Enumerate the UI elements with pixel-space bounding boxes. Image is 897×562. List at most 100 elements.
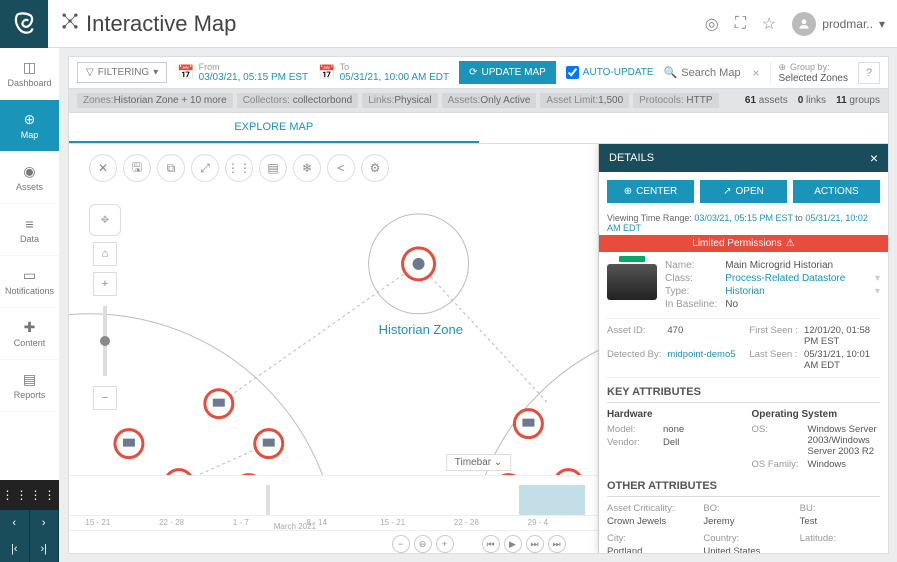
nav-prev[interactable]: ‹	[0, 510, 30, 536]
detectedby-link[interactable]: midpoint-demo5	[667, 349, 743, 371]
timebar-toggle[interactable]: Timebar ⌄	[446, 454, 511, 471]
nav-reports[interactable]: ▤ Reports	[0, 360, 59, 412]
grid-toggle[interactable]: ⋮⋮⋮⋮	[0, 480, 59, 510]
chevron-down-icon: ▾	[153, 67, 158, 78]
left-nav: ◫ Dashboard ⊕ Map ◉ Assets ≡ Data ▭ Noti…	[0, 48, 60, 562]
tl-zoom-in[interactable]: +	[436, 535, 454, 553]
chip-collectors[interactable]: Collectors: collectorbond	[237, 93, 359, 108]
rtab-settings[interactable]: SETTINGS	[888, 345, 889, 412]
calendar-icon: 📅	[177, 64, 194, 81]
viewing-range: Viewing Time Range: 03/03/21, 05:15 PM E…	[599, 211, 888, 235]
auto-update-checkbox[interactable]: AUTO-UPDATE	[566, 66, 654, 79]
chip-protocols[interactable]: Protocols: HTTP	[633, 93, 718, 108]
search-map[interactable]: 🔍 ×	[664, 66, 760, 80]
center-icon: ⊕	[624, 186, 632, 197]
reports-icon: ▤	[23, 371, 36, 388]
asset-node[interactable]	[255, 430, 283, 458]
timeline-marker[interactable]	[266, 485, 270, 515]
rtab-details[interactable]: DETAILS	[888, 144, 889, 203]
home-button[interactable]: ⌂	[93, 242, 117, 266]
page-title: Interactive Map	[60, 11, 236, 37]
rtab-analysis[interactable]: ANALYSIS	[888, 412, 889, 477]
target-icon[interactable]: ◎	[705, 14, 719, 34]
nav-map[interactable]: ⊕ Map	[0, 100, 59, 152]
layers-tool-button[interactable]: ▤	[259, 154, 287, 182]
tl-play[interactable]: ▶	[504, 535, 522, 553]
tl-next[interactable]: ⏭	[526, 535, 544, 553]
rtab-protocols[interactable]: PROTOCOLS	[888, 267, 889, 345]
grid-tool-button[interactable]: ⋮⋮	[225, 154, 253, 182]
counts: 61 assets 0 links 11 groups	[745, 95, 880, 106]
expand-tool-button[interactable]: ⤢	[191, 154, 219, 182]
date-from[interactable]: 📅 From 03/03/21, 05:15 PM EST	[177, 62, 308, 83]
actions-button[interactable]: ACTIONS	[793, 180, 880, 203]
details-actions: ⊕CENTER ↗OPEN ACTIONS	[599, 172, 888, 211]
map-side-controls: ✥ ⌂ + −	[89, 204, 121, 410]
settings-tool-button[interactable]: ⚙	[361, 154, 389, 182]
copy-tool-button[interactable]: ⧉	[157, 154, 185, 182]
chip-zones[interactable]: Zones:Historian Zone + 10 more	[77, 93, 233, 108]
close-tool-button[interactable]: ✕	[89, 154, 117, 182]
snowflake-tool-button[interactable]: ❄	[293, 154, 321, 182]
asset-node[interactable]	[514, 410, 542, 438]
fullscreen-icon[interactable]: ⛶	[735, 15, 746, 33]
open-button[interactable]: ↗OPEN	[700, 180, 787, 203]
rtab-overlay[interactable]: OVERLAY	[888, 203, 889, 267]
chevron-icon[interactable]: ▾	[875, 286, 880, 297]
groupby-label: Group by:	[790, 62, 830, 72]
content-icon: ✚	[24, 319, 36, 336]
zoom-out-button[interactable]: −	[93, 386, 117, 410]
zoom-slider[interactable]	[103, 306, 107, 376]
clear-search-icon[interactable]: ×	[752, 66, 759, 80]
nav-content[interactable]: ✚ Content	[0, 308, 59, 360]
update-map-button[interactable]: ⟳ UPDATE MAP	[459, 61, 556, 84]
search-input[interactable]	[681, 67, 748, 79]
chevron-icon[interactable]: ▾	[875, 273, 880, 284]
close-icon[interactable]: ×	[870, 150, 878, 166]
chip-limit[interactable]: Asset Limit:1,500	[540, 93, 629, 108]
tl-last[interactable]: ⏭	[548, 535, 566, 553]
chip-assets[interactable]: Assets:Only Active	[442, 93, 537, 108]
nav-data[interactable]: ≡ Data	[0, 204, 59, 256]
share-tool-button[interactable]: <	[327, 154, 355, 182]
class-link[interactable]: Process-Related Datastore	[725, 273, 867, 284]
nav-assets[interactable]: ◉ Assets	[0, 152, 59, 204]
auto-update-input[interactable]	[566, 66, 579, 79]
tab-spacer	[479, 113, 889, 143]
data-icon: ≡	[25, 216, 33, 232]
asset-node[interactable]	[403, 248, 435, 280]
nav-label: Assets	[16, 182, 43, 192]
tab-explore-map[interactable]: EXPLORE MAP	[69, 113, 479, 143]
center-button[interactable]: ⊕CENTER	[607, 180, 694, 203]
chip-links[interactable]: Links:Physical	[362, 93, 437, 108]
nav-next[interactable]: ›	[30, 510, 60, 536]
map-tool-row: ✕ 🖫 ⧉ ⤢ ⋮⋮ ▤ ❄ < ⚙	[89, 154, 389, 182]
asset-node[interactable]	[205, 390, 233, 418]
pan-pad[interactable]: ✥	[89, 204, 121, 236]
help-button[interactable]: ?	[858, 62, 880, 84]
to-value: 05/31/21, 10:00 AM EDT	[340, 72, 450, 83]
star-icon[interactable]: ☆	[762, 14, 776, 34]
nav-dashboard[interactable]: ◫ Dashboard	[0, 48, 59, 100]
groupby-selector[interactable]: ⊕ Group by: Selected Zones	[770, 62, 849, 84]
save-tool-button[interactable]: 🖫	[123, 154, 151, 182]
timeline-selection[interactable]	[519, 485, 585, 515]
asset-node[interactable]	[115, 430, 143, 458]
filtering-button[interactable]: ▽ FILTERING ▾	[77, 62, 167, 83]
tl-reset[interactable]: ⊖	[414, 535, 432, 553]
nav-first[interactable]: |‹	[0, 536, 30, 562]
tl-first[interactable]: ⏮	[482, 535, 500, 553]
date-to[interactable]: 📅 To 05/31/21, 10:00 AM EDT	[318, 62, 449, 83]
nav-notifications[interactable]: ▭ Notifications	[0, 256, 59, 308]
filtering-label: FILTERING	[98, 67, 149, 78]
tl-zoom-out[interactable]: −	[392, 535, 410, 553]
user-menu[interactable]: prodmar.. ▾	[792, 12, 885, 36]
nav-label: Notifications	[5, 286, 54, 296]
details-header: DETAILS ×	[599, 144, 888, 172]
nav-last[interactable]: ›|	[30, 536, 60, 562]
type-link[interactable]: Historian	[725, 286, 867, 297]
right-tabs: DETAILS OVERLAY PROTOCOLS SETTINGS ANALY…	[888, 144, 889, 477]
auto-update-label: AUTO-UPDATE	[583, 67, 654, 78]
map-canvas[interactable]: ✕ 🖫 ⧉ ⤢ ⋮⋮ ▤ ❄ < ⚙ ✥ ⌂ + −	[68, 144, 889, 554]
zoom-in-button[interactable]: +	[93, 272, 117, 296]
